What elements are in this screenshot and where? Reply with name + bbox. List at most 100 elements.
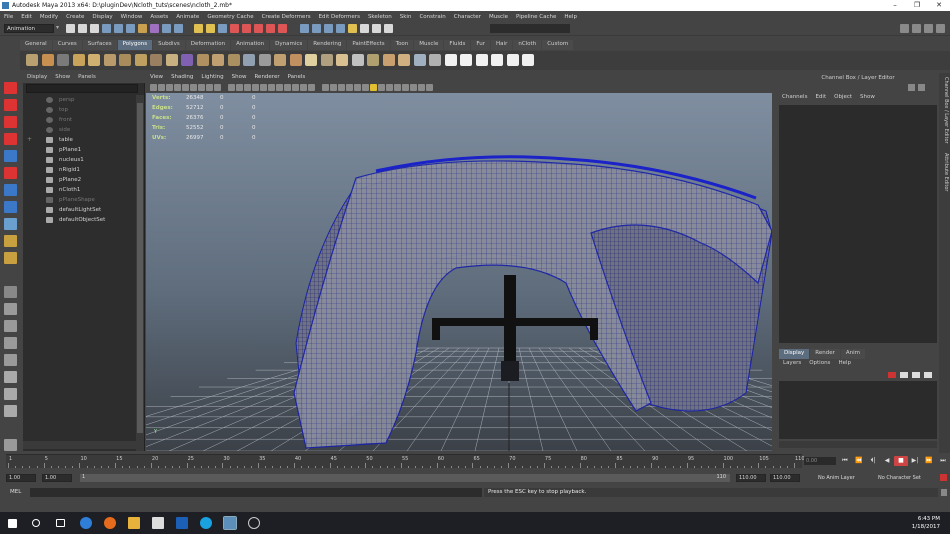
- playback-button-0[interactable]: ⏮: [838, 456, 852, 466]
- anim-layer-select[interactable]: No Anim Layer: [818, 475, 855, 481]
- tool-icon[interactable]: [4, 252, 17, 264]
- playback-button-1[interactable]: ⏪: [852, 456, 866, 466]
- viewport-tool-icon[interactable]: [378, 84, 385, 91]
- outliner-item[interactable]: pPlane1: [23, 145, 135, 155]
- status-tool-icon[interactable]: [206, 24, 215, 33]
- skype-icon[interactable]: [200, 517, 212, 529]
- store-icon[interactable]: [152, 517, 164, 529]
- task-view-icon[interactable]: [56, 519, 65, 527]
- menu-create-deformers[interactable]: Create Deformers: [258, 14, 315, 20]
- viewport-tool-icon[interactable]: [402, 84, 409, 91]
- status-tool-icon[interactable]: [194, 24, 203, 33]
- viewport-tool-icon[interactable]: [228, 84, 235, 91]
- channel-menu-object[interactable]: Object: [830, 94, 856, 104]
- firefox-icon[interactable]: [104, 517, 116, 529]
- tab-ncloth[interactable]: nCloth: [513, 40, 542, 50]
- shelf-tool-icon[interactable]: [305, 54, 317, 66]
- menu-constrain[interactable]: Constrain: [415, 14, 449, 20]
- menu-create[interactable]: Create: [62, 14, 88, 20]
- status-tool-icon[interactable]: [102, 24, 111, 33]
- shelf-tool-icon[interactable]: [491, 54, 503, 66]
- tool-icon[interactable]: [4, 439, 17, 451]
- viewport-tool-icon[interactable]: [322, 84, 329, 91]
- viewport-tool-icon[interactable]: [418, 84, 425, 91]
- outliner-item[interactable]: nucleus1: [23, 155, 135, 165]
- windows-start-icon[interactable]: [8, 519, 17, 528]
- tab-general[interactable]: General: [20, 40, 52, 50]
- shelf-tool-icon[interactable]: [336, 54, 348, 66]
- menu-animate[interactable]: Animate: [172, 14, 203, 20]
- viewport-menu-lighting[interactable]: Lighting: [197, 73, 227, 82]
- viewport-tool-icon[interactable]: [236, 84, 243, 91]
- viewport-tool-icon[interactable]: [276, 84, 283, 91]
- maximize-button[interactable]: ❐: [906, 0, 928, 11]
- playback-button-5[interactable]: ▶|: [908, 456, 922, 466]
- status-tool-icon[interactable]: [348, 24, 357, 33]
- start-time-field[interactable]: 1.00: [6, 474, 36, 482]
- menu-edit[interactable]: Edit: [17, 14, 36, 20]
- viewport-tool-icon[interactable]: [150, 84, 157, 91]
- expand-icon[interactable]: +: [27, 135, 32, 145]
- app-icon[interactable]: [248, 517, 260, 529]
- status-tool-icon[interactable]: [218, 24, 227, 33]
- shelf-tool-icon[interactable]: [150, 54, 162, 66]
- tab-fluids[interactable]: Fluids: [444, 40, 471, 50]
- shelf-tool-icon[interactable]: [429, 54, 441, 66]
- tab-channel-box[interactable]: Channel Box / Layer Editor: [940, 77, 949, 144]
- tab-display[interactable]: Display: [779, 349, 810, 359]
- menu-modify[interactable]: Modify: [36, 14, 62, 20]
- status-tool-icon[interactable]: [126, 24, 135, 33]
- viewport-menu-panels[interactable]: Panels: [284, 73, 310, 82]
- viewport-tool-icon[interactable]: [300, 84, 307, 91]
- layer-menu-help[interactable]: Help: [834, 360, 855, 370]
- outliner-menu-panels[interactable]: Panels: [74, 73, 100, 83]
- status-tool-icon[interactable]: [384, 24, 393, 33]
- shelf-tool-icon[interactable]: [243, 54, 255, 66]
- status-tool-icon[interactable]: [230, 24, 239, 33]
- status-tool-icon[interactable]: [360, 24, 369, 33]
- status-tool-icon[interactable]: [312, 24, 321, 33]
- character-set-select[interactable]: No Character Set: [878, 475, 921, 481]
- status-tool-icon[interactable]: [278, 24, 287, 33]
- outliner-item[interactable]: pPlane2: [23, 175, 135, 185]
- shelf-tool-icon[interactable]: [181, 54, 193, 66]
- shelf-tool-icon[interactable]: [196, 54, 209, 66]
- tool-icon[interactable]: [4, 286, 17, 298]
- current-frame-field[interactable]: 0.00: [804, 457, 836, 465]
- playback-button-7[interactable]: ⏭: [936, 456, 950, 466]
- viewport-tool-icon[interactable]: [410, 84, 417, 91]
- viewport-menu-shading[interactable]: Shading: [167, 73, 197, 82]
- channel-menu-edit[interactable]: Edit: [811, 94, 830, 104]
- status-tool-icon[interactable]: [78, 24, 87, 33]
- channel-menu-show[interactable]: Show: [856, 94, 879, 104]
- menu-muscle[interactable]: Muscle: [485, 14, 512, 20]
- status-tool-icon[interactable]: [174, 24, 183, 33]
- shelf-tool-icon[interactable]: [57, 54, 69, 66]
- command-input[interactable]: [30, 488, 482, 497]
- tab-animation[interactable]: Animation: [231, 40, 270, 50]
- search-icon[interactable]: [32, 519, 40, 527]
- shelf-tool-icon[interactable]: [26, 54, 38, 66]
- outliner-item[interactable]: nRigid1: [23, 165, 135, 175]
- status-tool-icon[interactable]: [162, 24, 171, 33]
- tab-deformation[interactable]: Deformation: [185, 40, 231, 50]
- tool-icon[interactable]: [4, 405, 17, 417]
- shelf-tool-icon[interactable]: [444, 54, 457, 66]
- shelf-tool-icon[interactable]: [367, 54, 379, 66]
- outliner-item[interactable]: + table: [23, 135, 135, 145]
- tool-icon[interactable]: [4, 371, 17, 383]
- tool-icon[interactable]: [4, 133, 17, 145]
- viewport-tool-icon[interactable]: [214, 84, 221, 91]
- layer-menu-layers[interactable]: Layers: [779, 360, 805, 370]
- tool-icon[interactable]: [4, 150, 17, 162]
- status-tool-icon[interactable]: [90, 24, 99, 33]
- layer-editor-scrollbar[interactable]: [779, 441, 937, 448]
- outliner-item[interactable]: persp: [23, 95, 135, 105]
- tool-icon[interactable]: [4, 116, 17, 128]
- toggle-icon[interactable]: [918, 84, 925, 91]
- viewport-tool-icon[interactable]: [370, 84, 377, 91]
- status-tool-icon[interactable]: [372, 24, 381, 33]
- channel-menu-channels[interactable]: Channels: [778, 94, 811, 104]
- tool-icon[interactable]: [4, 303, 17, 315]
- status-tool-icon[interactable]: [254, 24, 263, 33]
